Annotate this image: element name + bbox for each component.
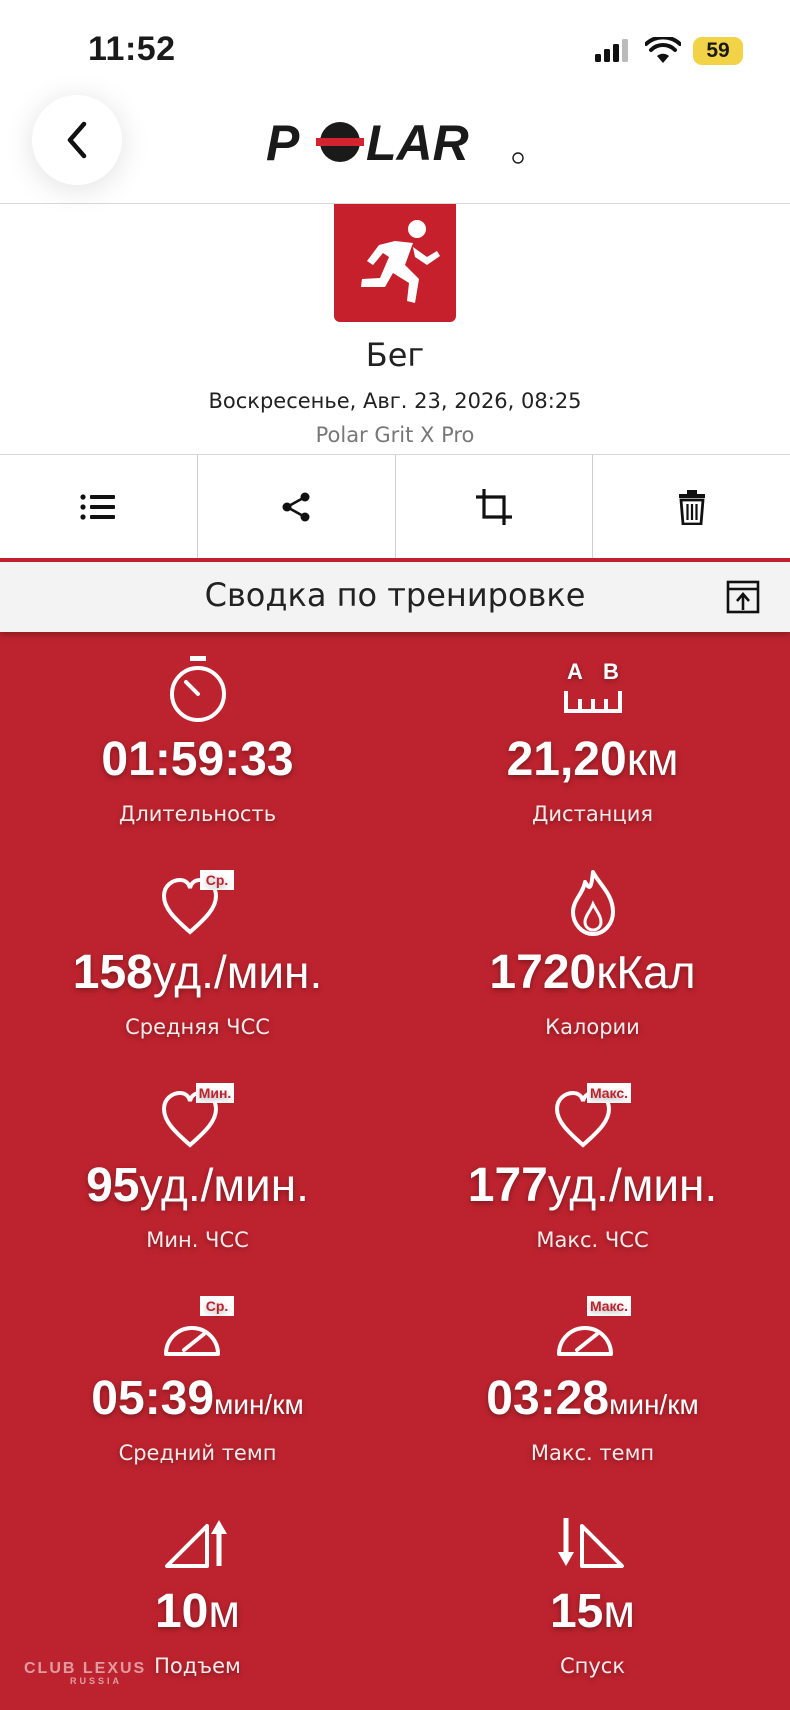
sport-icon-tile bbox=[334, 204, 456, 322]
share-icon bbox=[282, 492, 310, 521]
details-list-button[interactable] bbox=[0, 455, 198, 558]
stat-unit: мин/км bbox=[609, 1389, 699, 1420]
stat-max-pace: Макс. 03:28 мин/км Макс. темп bbox=[395, 1289, 790, 1465]
cellular-signal-icon bbox=[595, 39, 628, 62]
stat-max-hr: Макс. 177 уд./мин. Макс. ЧСС bbox=[395, 1076, 790, 1252]
watermark-line1: CLUB LEXUS bbox=[24, 1660, 147, 1677]
stat-label: Макс. ЧСС bbox=[536, 1228, 649, 1252]
battery-indicator: 59 bbox=[693, 37, 743, 65]
stat-label: Средний темп bbox=[118, 1441, 277, 1465]
stat-value: 21,20 bbox=[506, 733, 627, 786]
stat-value: 01:59:33 bbox=[101, 733, 294, 786]
stat-value: 95 bbox=[86, 1159, 140, 1212]
crop-icon bbox=[475, 488, 512, 525]
summary-header: Сводка по тренировке bbox=[0, 562, 790, 632]
stat-value: 177 bbox=[467, 1159, 548, 1212]
heart-min-icon: Мин. bbox=[161, 1083, 234, 1148]
watermark-line2: RUSSIA bbox=[70, 1676, 123, 1686]
device-name: Polar Grit X Pro bbox=[315, 423, 475, 447]
status-bar: 11:52 59 bbox=[0, 0, 790, 100]
distance-icon-b: B bbox=[603, 659, 619, 684]
distance-icon-a: A bbox=[567, 659, 583, 684]
summary-title: Сводка по тренировке bbox=[204, 576, 586, 614]
list-icon bbox=[80, 493, 116, 520]
badge-text: Ср. bbox=[205, 1298, 228, 1314]
delete-button[interactable] bbox=[593, 455, 790, 558]
running-icon bbox=[361, 220, 440, 303]
watermark: CLUB LEXUS RUSSIA bbox=[24, 1660, 146, 1686]
descent-icon bbox=[557, 1518, 624, 1568]
stat-label: Калории bbox=[545, 1015, 640, 1039]
stat-unit: кКал bbox=[596, 946, 696, 998]
wifi-icon bbox=[645, 37, 681, 63]
stat-value: 10 bbox=[154, 1585, 209, 1638]
stat-label: Спуск bbox=[559, 1654, 626, 1678]
stat-descent: 15 м Спуск bbox=[395, 1502, 790, 1678]
stat-value: 03:28 bbox=[486, 1372, 610, 1425]
action-toolbar bbox=[0, 454, 790, 558]
stat-label: Средняя ЧСС bbox=[125, 1015, 270, 1039]
chevron-left-icon bbox=[67, 121, 87, 159]
badge-text: Ср. bbox=[205, 872, 228, 888]
heart-avg-icon: Ср. bbox=[161, 870, 234, 935]
stat-label: Дистанция bbox=[531, 802, 653, 826]
stat-label: Мин. ЧСС bbox=[146, 1228, 249, 1252]
stat-duration: 01:59:33 Длительность bbox=[0, 650, 395, 826]
stat-value: 05:39 bbox=[91, 1372, 215, 1425]
stat-label: Длительность bbox=[118, 802, 277, 826]
app-header: P LAR bbox=[0, 95, 790, 204]
badge-text: Макс. bbox=[589, 1085, 627, 1101]
stat-label: Макс. темп bbox=[530, 1441, 655, 1465]
badge-text: Мин. bbox=[198, 1085, 231, 1101]
back-button[interactable] bbox=[32, 95, 122, 185]
stat-min-hr: Мин. 95 уд./мин. Мин. ЧСС bbox=[0, 1076, 395, 1252]
stat-distance: A B 21,20 км Дистанция bbox=[395, 650, 790, 826]
distance-icon: A B bbox=[563, 659, 622, 713]
flame-icon bbox=[570, 870, 615, 936]
stat-avg-hr: Ср. 158 уд./мин. Средняя ЧСС bbox=[0, 863, 395, 1039]
stat-unit: мин/км bbox=[214, 1389, 304, 1420]
stat-unit: м bbox=[208, 1585, 240, 1637]
stats-panel: 01:59:33 Длительность A B 21,20 км Диста… bbox=[0, 632, 790, 1710]
stat-calories: 1720 кКал Калории bbox=[395, 863, 790, 1039]
badge-text: Макс. bbox=[589, 1298, 627, 1314]
stat-unit: м bbox=[603, 1585, 635, 1637]
svg-text:LAR: LAR bbox=[366, 115, 469, 170]
share-button[interactable] bbox=[198, 455, 396, 558]
status-icons: 59 bbox=[593, 36, 743, 66]
speedometer-max-icon: Макс. bbox=[556, 1296, 631, 1356]
stat-unit: уд./мин. bbox=[152, 946, 323, 998]
stat-value: 158 bbox=[72, 946, 153, 999]
ascent-icon bbox=[164, 1520, 227, 1568]
speedometer-avg-icon: Ср. bbox=[163, 1296, 234, 1356]
trash-icon bbox=[678, 489, 705, 525]
polar-logo: P LAR bbox=[266, 115, 524, 170]
stat-unit: км bbox=[626, 733, 679, 785]
sport-name: Бег bbox=[365, 336, 425, 374]
stopwatch-icon bbox=[169, 656, 226, 722]
stat-value: 15 bbox=[549, 1585, 604, 1638]
svg-text:P: P bbox=[266, 115, 300, 170]
stat-unit: уд./мин. bbox=[139, 1159, 309, 1211]
heart-max-icon: Макс. bbox=[554, 1083, 631, 1148]
export-icon[interactable] bbox=[726, 580, 760, 614]
crop-button[interactable] bbox=[396, 455, 594, 558]
status-time: 11:52 bbox=[88, 30, 176, 68]
stat-avg-pace: Ср. 05:39 мин/км Средний темп bbox=[0, 1289, 395, 1465]
stat-value: 1720 bbox=[489, 946, 597, 999]
session-date: Воскресенье, Авг. 23, 2026, 08:25 bbox=[208, 389, 582, 413]
stat-unit: уд./мин. bbox=[547, 1159, 718, 1211]
stat-ascent: 10 м Подъем bbox=[0, 1502, 395, 1678]
